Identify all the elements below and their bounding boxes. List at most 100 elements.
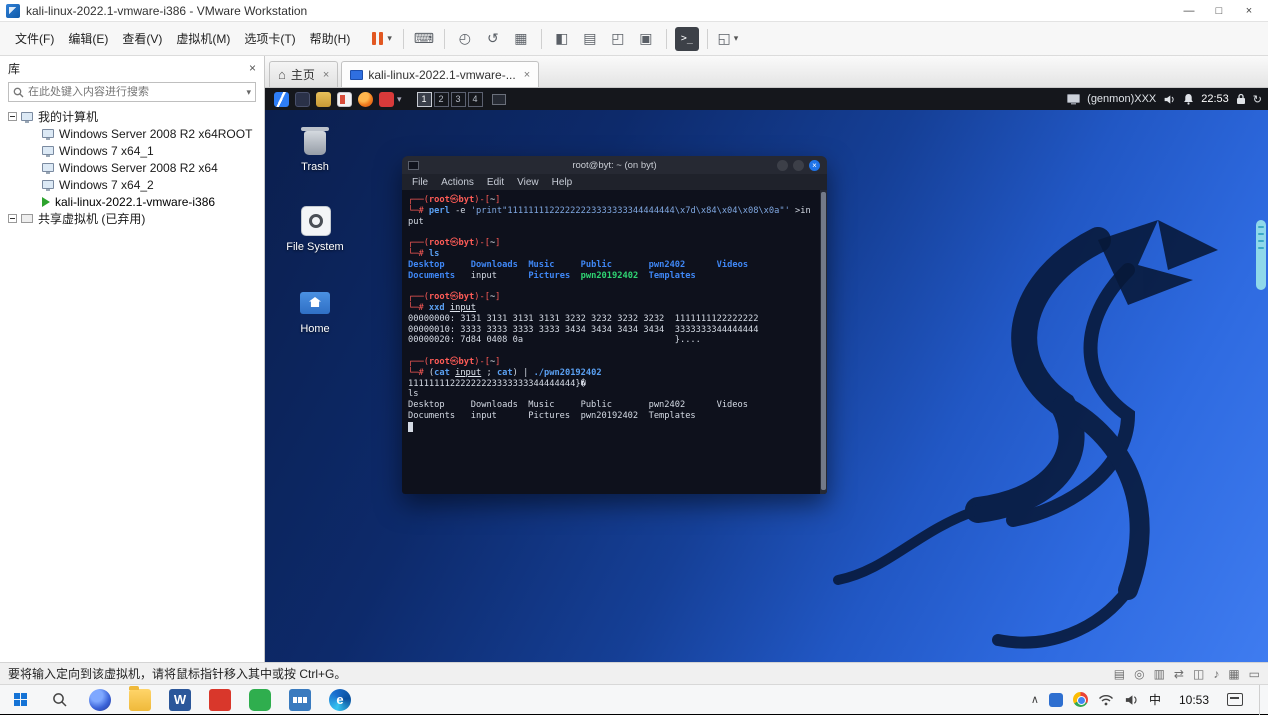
firefox-icon[interactable] (358, 91, 373, 107)
workspace-1[interactable]: 1 (416, 91, 432, 107)
workspace-4[interactable]: 4 (467, 91, 483, 107)
vm-item-1[interactable]: Windows 7 x64_1 (0, 142, 264, 159)
sound-icon[interactable]: ♪ (1213, 667, 1219, 681)
toolbar-fullscreen-button[interactable]: ◰ (606, 27, 630, 51)
vm-item-2[interactable]: Windows Server 2008 R2 x64 (0, 159, 264, 176)
display-icon[interactable]: ▭ (1249, 667, 1260, 681)
screenshot-tool-icon[interactable] (379, 91, 394, 107)
chrome-tray-icon[interactable] (1072, 692, 1088, 707)
terminal-body[interactable]: ┌──(root㉿byt)-[~] └─# perl -e 'print"1111… (402, 190, 827, 494)
wifi-icon[interactable] (1098, 694, 1114, 706)
tab-close-icon[interactable]: × (524, 69, 530, 81)
toolbar-snapshot-manager-button[interactable]: ▦ (509, 27, 533, 51)
vm-item-4[interactable]: kali-linux-2022.1-vmware-i386 (0, 193, 264, 210)
toolbar-snapshot-revert-button[interactable]: ↺ (481, 27, 505, 51)
minimize-button[interactable]: — (1174, 1, 1204, 21)
kali-menu-icon[interactable] (274, 91, 289, 107)
desktop-icon-trash[interactable]: Trash (279, 122, 351, 173)
taskbar-app-edge[interactable]: e (320, 685, 360, 715)
start-button[interactable] (0, 685, 40, 715)
library-search[interactable]: ▾ (8, 82, 256, 102)
network-adapter-icon[interactable]: ⇄ (1174, 667, 1184, 681)
action-center-icon[interactable] (1227, 693, 1243, 706)
hidden-icons-caret[interactable]: ∧ (1031, 693, 1039, 706)
taskbar-app-green-app[interactable] (240, 685, 280, 715)
terminal-menu-help[interactable]: Help (552, 177, 573, 188)
terminal-minimize-button[interactable] (777, 159, 788, 171)
search-input[interactable] (24, 86, 247, 98)
panel-launchers (271, 91, 397, 107)
menubar-item-0[interactable]: 文件(F) (8, 26, 61, 51)
vm-item-3[interactable]: Windows 7 x64_2 (0, 176, 264, 193)
notification-bell-icon[interactable] (1183, 93, 1194, 105)
tab-close-icon[interactable]: × (323, 69, 329, 81)
taskbar-app-file-explorer[interactable] (120, 685, 160, 715)
tab-home[interactable]: ⌂ 主页 × (269, 61, 339, 87)
show-desktop-button[interactable] (1259, 684, 1264, 715)
library-close-button[interactable]: × (249, 61, 256, 75)
session-power-icon[interactable]: ↻ (1253, 93, 1262, 106)
terminal-menu-actions[interactable]: Actions (441, 177, 474, 188)
vm-item-0[interactable]: Windows Server 2008 R2 x64ROOT (0, 125, 264, 142)
terminal-icon[interactable] (295, 91, 310, 107)
floppy-icon[interactable]: ▥ (1154, 667, 1165, 681)
desktop-icon-fs[interactable]: File System (279, 202, 351, 253)
file-manager-icon[interactable] (316, 91, 331, 107)
tree-expander-icon[interactable] (8, 214, 17, 223)
terminal-menu-edit[interactable]: Edit (487, 177, 504, 188)
terminal-maximize-button[interactable] (793, 159, 804, 171)
desktop-icon-home[interactable]: Home (279, 284, 351, 335)
terminal-window[interactable]: root@byt: ~ (on byt) × File Actions Edit Vi… (402, 156, 827, 494)
cdrom-icon[interactable]: ◎ (1134, 667, 1144, 681)
printer-icon[interactable]: ▦ (1228, 667, 1239, 681)
menubar-item-1[interactable]: 编辑(E) (61, 26, 115, 51)
toolbar-show-library-button[interactable]: ◧ (550, 27, 574, 51)
input-method-indicator[interactable]: 中 (1149, 691, 1161, 708)
taskbar-app-firefox[interactable] (80, 685, 120, 715)
window-buttons-icon[interactable] (491, 93, 506, 105)
toolbar-send-ctrl-alt-del-button[interactable]: ⌨ (412, 27, 436, 51)
hard-disk-icon[interactable]: ▤ (1114, 667, 1125, 681)
volume-icon[interactable] (1163, 94, 1176, 105)
tree-expander-icon[interactable] (8, 112, 17, 121)
menubar-item-2[interactable]: 查看(V) (115, 26, 169, 51)
lock-icon[interactable] (1236, 93, 1246, 105)
terminal-scrollbar[interactable] (820, 190, 827, 494)
workspace-2[interactable]: 2 (433, 91, 449, 107)
toolbar-show-thumbnail-bar-button[interactable]: ▤ (578, 27, 602, 51)
taskbar-search-button[interactable] (40, 685, 80, 715)
menubar-item-3[interactable]: 虚拟机(M) (169, 26, 237, 51)
display-icon[interactable] (1067, 93, 1081, 105)
vmware-tray-icon[interactable] (1048, 692, 1063, 707)
maximize-button[interactable]: □ (1204, 1, 1234, 21)
toolbar-stretch-guest-button[interactable]: ◱ ▾ (716, 27, 740, 51)
menubar-item-4[interactable]: 选项卡(T) (237, 26, 302, 51)
toolbar-unity-mode-button[interactable]: ▣ (634, 27, 658, 51)
terminal-menu-file[interactable]: File (412, 177, 428, 188)
terminal-menu-view[interactable]: View (517, 177, 539, 188)
usb-controller-icon[interactable]: ◫ (1193, 667, 1204, 681)
toolbar-snapshot-take-button[interactable]: ◴ (453, 27, 477, 51)
kali-vm-display[interactable]: ▾ 1234 (genmon)XXX 22:53 ↻ Trash File Sy… (265, 88, 1268, 662)
workspace-3[interactable]: 3 (450, 91, 466, 107)
menubar-item-5[interactable]: 帮助(H) (303, 26, 358, 51)
terminal-scrollbar-thumb[interactable] (821, 192, 826, 490)
text-editor-icon[interactable] (337, 91, 352, 107)
terminal-close-button[interactable]: × (809, 159, 820, 171)
power-pause-button[interactable]: ▾ (365, 29, 397, 48)
close-button[interactable]: × (1234, 1, 1264, 21)
toolbar-open-console-button[interactable]: >_ (674, 26, 699, 51)
tree-item-shared-vms[interactable]: 共享虚拟机 (已弃用) (0, 210, 264, 227)
taskbar-clock[interactable]: 10:53 (1171, 693, 1217, 707)
taskbar-app-word[interactable]: W (160, 685, 200, 715)
panel-clock[interactable]: 22:53 (1201, 93, 1229, 105)
taskbar-app-pdf-reader[interactable] (200, 685, 240, 715)
terminal-output[interactable]: ┌──(root㉿byt)-[~] └─# perl -e 'print"1111… (402, 190, 820, 494)
tree-item-my-computer[interactable]: 我的计算机 (0, 108, 264, 125)
vm-item-label: Windows Server 2008 R2 x64ROOT (59, 126, 253, 141)
kali-desktop[interactable]: Trash File System Home root@byt: ~ (on byt… (265, 110, 1268, 662)
tab-kali-vm[interactable]: kali-linux-2022.1-vmware-... × (341, 61, 540, 87)
volume-icon[interactable] (1124, 694, 1139, 706)
taskbar-app-vmware[interactable] (280, 685, 320, 715)
terminal-titlebar[interactable]: root@byt: ~ (on byt) × (402, 156, 827, 174)
